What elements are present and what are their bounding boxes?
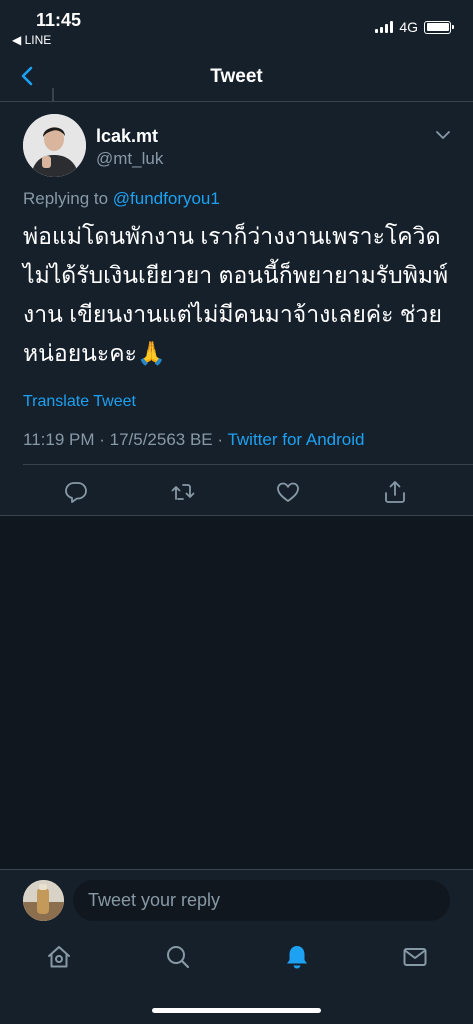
status-bar: 11:45 ◀ LINE 4G xyxy=(0,0,473,50)
share-icon[interactable] xyxy=(382,479,408,505)
page-title: Tweet xyxy=(210,66,263,87)
status-time: 11:45 xyxy=(36,10,82,30)
reply-icon[interactable] xyxy=(63,479,89,505)
tweet-source-link[interactable]: Twitter for Android xyxy=(227,430,364,449)
network-type: 4G xyxy=(399,19,418,35)
avatar-image xyxy=(23,880,64,921)
nav-bar: Tweet xyxy=(0,50,473,102)
divider xyxy=(23,464,473,465)
back-to-app-link[interactable]: ◀ LINE xyxy=(12,33,51,47)
avatar[interactable] xyxy=(23,880,64,921)
search-icon[interactable] xyxy=(164,943,192,971)
tweet-timestamp: 11:19 PM · 17/5/2563 BE · xyxy=(23,430,228,449)
like-icon[interactable] xyxy=(275,479,301,505)
replying-mention-link[interactable]: @fundforyou1 xyxy=(113,189,220,208)
battery-icon xyxy=(424,20,454,34)
avatar-image xyxy=(23,114,86,177)
messages-icon[interactable] xyxy=(401,943,429,971)
replying-to: Replying to @fundforyou1 xyxy=(23,189,220,209)
display-name[interactable]: lcak.mt xyxy=(96,126,158,147)
user-handle[interactable]: @mt_luk xyxy=(96,149,163,169)
reply-input[interactable] xyxy=(73,880,450,921)
tweet-actions xyxy=(0,466,473,516)
retweet-icon[interactable] xyxy=(170,479,196,505)
tab-bar xyxy=(0,931,473,1024)
notifications-icon[interactable] xyxy=(283,943,311,971)
avatar[interactable] xyxy=(23,114,86,177)
translate-tweet-link[interactable]: Translate Tweet xyxy=(23,393,136,411)
status-indicators: 4G xyxy=(375,19,454,35)
tweet-meta: 11:19 PM · 17/5/2563 BE · Twitter for An… xyxy=(23,430,364,450)
replies-area xyxy=(0,516,473,869)
home-icon[interactable] xyxy=(45,943,73,971)
replying-prefix: Replying to xyxy=(23,189,109,208)
signal-icon xyxy=(375,21,394,33)
tweet-text: พ่อแม่โดนพักงาน เราก็ว่างงานเพราะโควิด ไ… xyxy=(23,223,449,366)
home-indicator[interactable] xyxy=(152,1008,321,1013)
reply-bar xyxy=(0,869,473,931)
thread-line xyxy=(52,88,54,102)
chevron-down-icon[interactable] xyxy=(435,130,451,140)
